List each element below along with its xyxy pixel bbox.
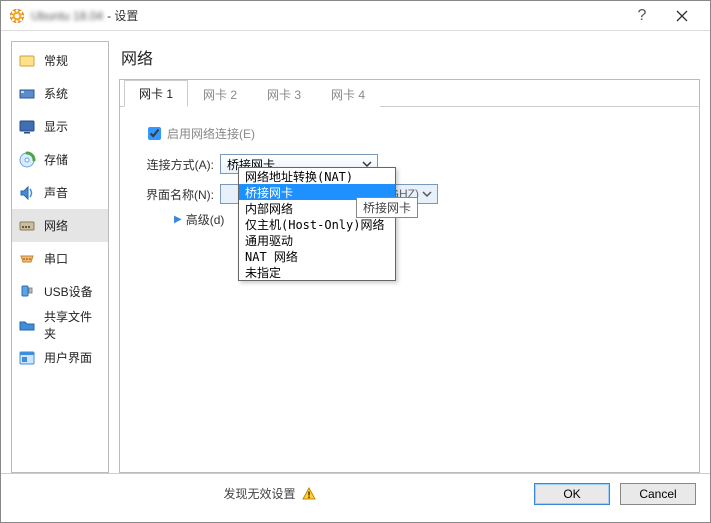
tabs: 网卡 1 网卡 2 网卡 3 网卡 4 bbox=[120, 79, 699, 107]
help-button[interactable]: ? bbox=[622, 1, 662, 31]
tab-adapter-4[interactable]: 网卡 4 bbox=[316, 80, 380, 107]
network-icon bbox=[18, 217, 36, 235]
audio-icon bbox=[18, 184, 36, 202]
sidebar-item-label: 声音 bbox=[44, 184, 68, 201]
attach-option-unspecified[interactable]: 未指定 bbox=[239, 264, 395, 280]
general-icon bbox=[18, 52, 36, 70]
serial-icon bbox=[18, 250, 36, 268]
content-box: 网卡 1 网卡 2 网卡 3 网卡 4 启用网络连接(E) 连接方式(A): 桥… bbox=[119, 79, 700, 473]
attach-option-nat[interactable]: 网络地址转换(NAT) bbox=[239, 168, 395, 184]
sidebar-item-display[interactable]: 显示 bbox=[12, 110, 108, 143]
enable-network-checkbox[interactable] bbox=[148, 127, 161, 140]
sidebar: 常规 系统 显示 存储 声音 bbox=[11, 41, 109, 473]
sidebar-item-storage[interactable]: 存储 bbox=[12, 143, 108, 176]
window-title-suffix: - 设置 bbox=[107, 7, 138, 24]
attach-mode-popup: 网络地址转换(NAT) 桥接网卡 内部网络 仅主机(Host-Only)网络 通… bbox=[238, 167, 396, 281]
titlebar: Ubuntu 18.04 - 设置 ? bbox=[1, 1, 710, 31]
sidebar-item-serial[interactable]: 串口 bbox=[12, 242, 108, 275]
sidebar-item-label: 系统 bbox=[44, 85, 68, 102]
storage-icon bbox=[18, 151, 36, 169]
close-button[interactable] bbox=[662, 1, 702, 31]
interface-name-label: 界面名称(N): bbox=[138, 186, 220, 203]
cancel-button[interactable]: Cancel bbox=[620, 483, 696, 505]
usb-icon bbox=[18, 283, 36, 301]
app-icon bbox=[9, 8, 25, 24]
interface-icon bbox=[18, 349, 36, 367]
sidebar-item-ui[interactable]: 用户界面 bbox=[12, 341, 108, 374]
tab-adapter-1[interactable]: 网卡 1 bbox=[124, 80, 188, 107]
sidebar-item-label: 常规 bbox=[44, 52, 68, 69]
tab-adapter-3[interactable]: 网卡 3 bbox=[252, 80, 316, 107]
display-icon bbox=[18, 118, 36, 136]
chevron-down-icon bbox=[419, 186, 435, 202]
attach-option-natnetwork[interactable]: NAT 网络 bbox=[239, 248, 395, 264]
tab-adapter-2[interactable]: 网卡 2 bbox=[188, 80, 252, 107]
sidebar-item-label: USB设备 bbox=[44, 283, 93, 300]
window-title-obscured: Ubuntu 18.04 bbox=[31, 9, 103, 23]
sidebar-item-shared[interactable]: 共享文件夹 bbox=[12, 308, 108, 341]
sidebar-item-audio[interactable]: 声音 bbox=[12, 176, 108, 209]
ok-button[interactable]: OK bbox=[534, 483, 610, 505]
warning-icon bbox=[302, 487, 316, 501]
shared-folder-icon bbox=[18, 316, 36, 334]
sidebar-item-general[interactable]: 常规 bbox=[12, 44, 108, 77]
sidebar-item-label: 用户界面 bbox=[44, 349, 92, 366]
sidebar-item-network[interactable]: 网络 bbox=[12, 209, 108, 242]
sidebar-item-usb[interactable]: USB设备 bbox=[12, 275, 108, 308]
tooltip: 桥接网卡 bbox=[356, 197, 418, 218]
triangle-right-icon: ▶ bbox=[174, 214, 182, 225]
sidebar-item-label: 存储 bbox=[44, 151, 68, 168]
form-area: 启用网络连接(E) 连接方式(A): 桥接网卡 界面名称(N): bbox=[120, 107, 699, 242]
page-title: 网络 bbox=[119, 41, 700, 79]
status-area[interactable]: 发现无效设置 bbox=[15, 485, 524, 502]
sidebar-item-system[interactable]: 系统 bbox=[12, 77, 108, 110]
sidebar-item-label: 共享文件夹 bbox=[44, 308, 102, 342]
status-text: 发现无效设置 bbox=[223, 485, 295, 502]
enable-network-label: 启用网络连接(E) bbox=[167, 125, 255, 142]
footer: 发现无效设置 OK Cancel bbox=[1, 473, 710, 513]
attach-option-hostonly[interactable]: 仅主机(Host-Only)网络 bbox=[239, 216, 395, 232]
sidebar-item-label: 串口 bbox=[44, 250, 68, 267]
sidebar-item-label: 显示 bbox=[44, 118, 68, 135]
sidebar-item-label: 网络 bbox=[44, 217, 68, 234]
system-icon bbox=[18, 85, 36, 103]
attach-option-generic[interactable]: 通用驱动 bbox=[239, 232, 395, 248]
advanced-label: 高级(d) bbox=[186, 211, 225, 228]
attach-label: 连接方式(A): bbox=[138, 156, 220, 173]
